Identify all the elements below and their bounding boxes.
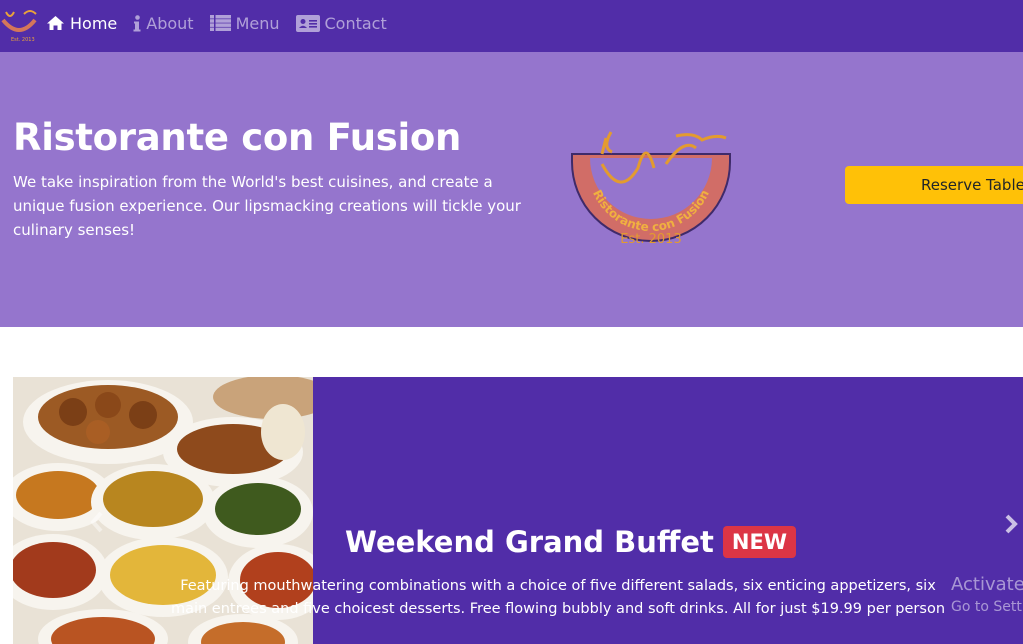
home-icon: [47, 16, 64, 30]
reserve-table-button[interactable]: Reserve Table: [845, 166, 1023, 204]
watermark-line1: Activate: [951, 574, 1023, 595]
nav-contact-label: Contact: [324, 13, 387, 33]
brand-logo[interactable]: Est. 2013: [0, 6, 38, 44]
info-icon: [133, 14, 141, 31]
list-icon: [209, 15, 231, 31]
logo-est: Est. 2013: [620, 232, 681, 247]
navbar: Est. 2013 Home About Menu Contact: [0, 0, 1023, 52]
jumbotron: Ristorante con Fusion We take inspiratio…: [0, 52, 1023, 327]
chevron-left-icon[interactable]: [83, 507, 113, 537]
nav-items: Home About Menu Contact: [46, 0, 403, 46]
restaurant-logo: Ristorante con Fusion Est. 2013: [571, 131, 731, 247]
address-card-icon: [295, 14, 320, 32]
chevron-right-icon[interactable]: [1003, 513, 1019, 535]
svg-text:Est. 2013: Est. 2013: [11, 37, 35, 43]
nav-about-label: About: [146, 13, 194, 33]
activate-windows-watermark: Activate Go to Setti: [951, 573, 1023, 623]
nav-item-home[interactable]: Home: [46, 14, 117, 33]
jumbotron-text: We take inspiration from the World's bes…: [13, 173, 521, 239]
watermark-line2: Go to Setti: [951, 599, 1023, 615]
carousel-title: Weekend Grand Buffet: [345, 525, 714, 559]
carousel-caption-title: Weekend Grand Buffet NEW: [345, 525, 797, 559]
page-title: Ristorante con Fusion: [13, 116, 462, 159]
nav-menu-label: Menu: [235, 13, 280, 33]
nav-item-contact[interactable]: Contact: [295, 13, 387, 33]
nav-item-menu[interactable]: Menu: [209, 13, 280, 33]
nav-item-about[interactable]: About: [133, 13, 194, 33]
nav-home-label: Home: [70, 13, 118, 33]
carousel-caption-text: Featuring mouthwatering combinations wit…: [170, 578, 946, 617]
carousel: Weekend Grand Buffet NEW Featuring mouth…: [13, 377, 1023, 644]
new-badge: NEW: [722, 526, 797, 558]
